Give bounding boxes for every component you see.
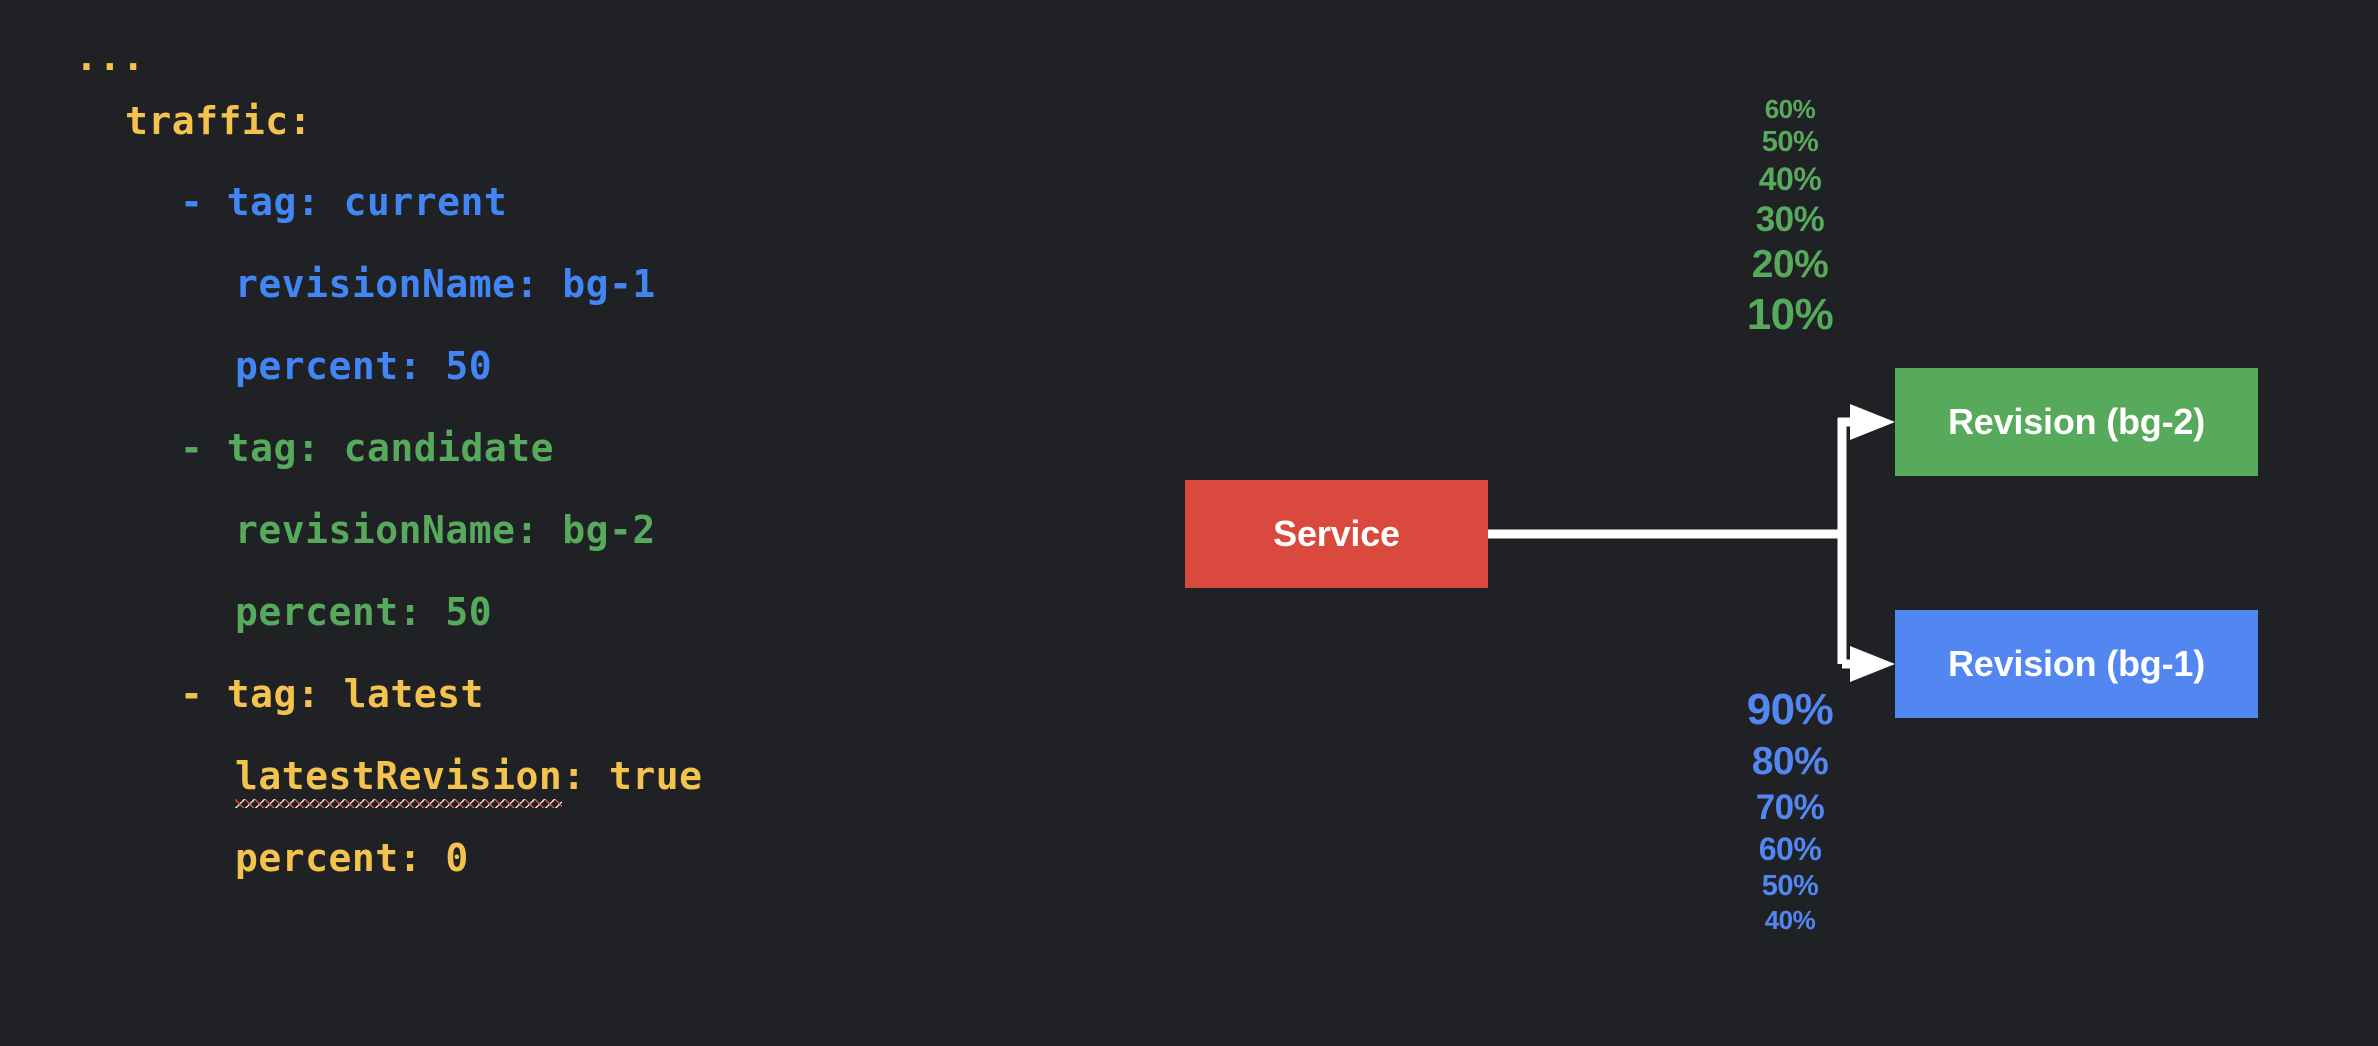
- code-line: ...: [75, 35, 146, 79]
- revision-node-bg-1-label: Revision (bg-1): [1947, 643, 2206, 684]
- percent-label: 60%: [1758, 831, 1822, 867]
- percent-label: 30%: [1755, 200, 1825, 239]
- spellcheck-squiggle-icon: [235, 799, 563, 808]
- code-line: revisionName: bg-1: [235, 262, 656, 306]
- code-text: latestRevision: [235, 754, 563, 798]
- yaml-code-panel[interactable]: ... traffic: - tag: current revisionName: b…: [0, 0, 1150, 1046]
- code-line: percent: 0: [235, 836, 469, 880]
- percent-label: 40%: [1764, 905, 1816, 935]
- code-line: latestRevision: true: [235, 754, 703, 808]
- percent-label: 50%: [1761, 126, 1819, 158]
- service-node[interactable]: Service: [1185, 480, 1488, 588]
- percent-stack-current: 90% 80% 70% 60% 50% 40%: [1640, 688, 1940, 939]
- code-line: - tag: candidate: [180, 426, 555, 470]
- code-line: traffic:: [125, 99, 313, 143]
- code-line: percent: 50: [235, 344, 493, 388]
- percent-label: 50%: [1761, 870, 1819, 902]
- code-line: - tag: latest: [180, 672, 484, 716]
- code-text: : true: [562, 754, 703, 798]
- revision-node-bg-2[interactable]: Revision (bg-2): [1895, 368, 2258, 476]
- service-node-label: Service: [1273, 513, 1400, 554]
- percent-label: 40%: [1758, 161, 1822, 197]
- percent-label: 70%: [1755, 788, 1825, 827]
- code-line: - tag: current: [180, 180, 508, 224]
- percent-stack-candidate: 60% 50% 40% 30% 20% 10%: [1640, 96, 1940, 347]
- percent-label: 60%: [1764, 94, 1816, 124]
- revision-node-bg-1[interactable]: Revision (bg-1): [1895, 610, 2258, 718]
- spellcheck-error-word[interactable]: latestRevision: [235, 754, 563, 808]
- code-line: percent: 50: [235, 590, 493, 634]
- percent-label: 80%: [1751, 740, 1829, 783]
- percent-label: 20%: [1751, 243, 1829, 286]
- arrowhead-top: [1850, 404, 1895, 440]
- revision-node-bg-2-label: Revision (bg-2): [1947, 401, 2206, 442]
- percent-label: 10%: [1746, 290, 1834, 339]
- traffic-split-diagram: 60% 50% 40% 30% 20% 10% Service Revision…: [1150, 0, 2378, 1046]
- screenshot-root: ... traffic: - tag: current revisionName: b…: [0, 0, 2378, 1046]
- arrowhead-bottom: [1850, 646, 1895, 682]
- percent-label: 90%: [1746, 685, 1834, 734]
- code-line: revisionName: bg-2: [235, 508, 656, 552]
